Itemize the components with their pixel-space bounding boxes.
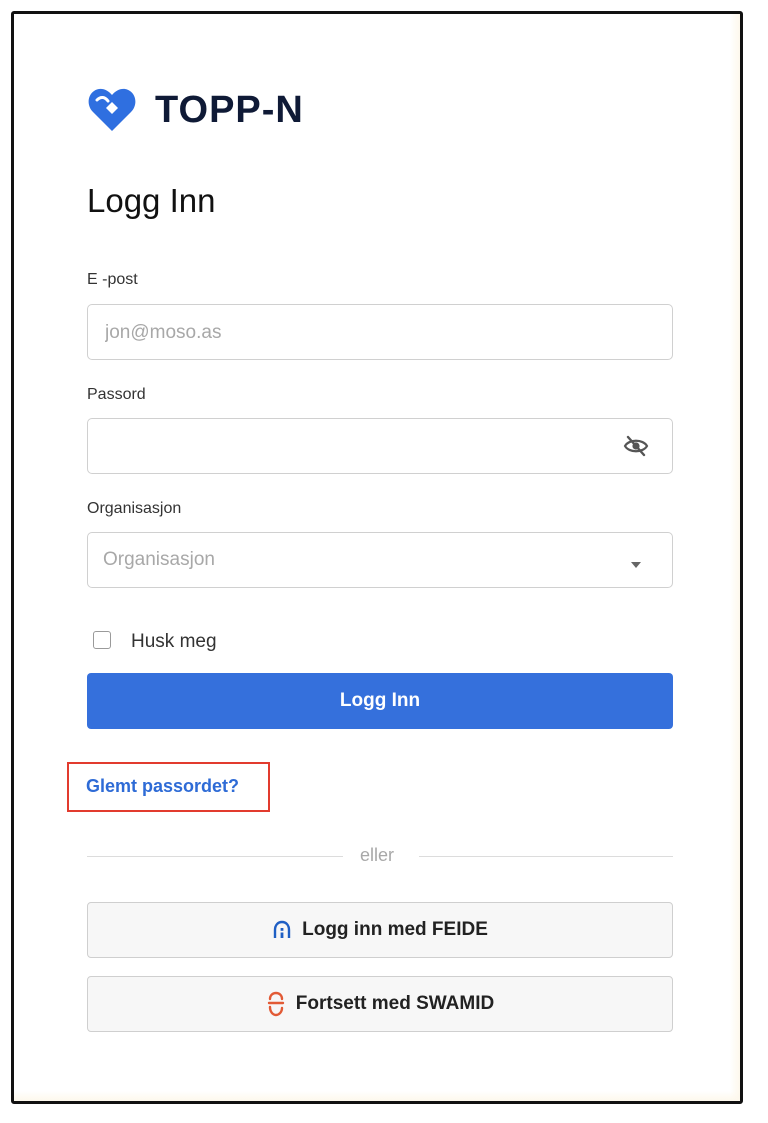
swamid-login-label: Fortsett med SWAMID (295, 993, 495, 1014)
caret-down-icon (630, 556, 642, 574)
organization-select[interactable]: Organisasjon (87, 532, 673, 588)
organization-label: Organisasjon (87, 500, 182, 517)
feide-login-button[interactable]: Logg inn med FEIDE (87, 902, 673, 958)
email-field[interactable] (103, 305, 607, 361)
swamid-login-button[interactable]: Fortsett med SWAMID (87, 976, 673, 1032)
feide-login-label: Logg inn med FEIDE (302, 919, 488, 940)
brand-name: TOPP-N (155, 88, 304, 131)
divider-label: eller (360, 845, 395, 865)
heart-logo-icon (88, 88, 136, 131)
email-field-wrapper (87, 304, 673, 361)
password-field[interactable] (103, 419, 607, 475)
email-label: E -post (87, 271, 138, 288)
divider-line-right (419, 856, 673, 857)
remember-label[interactable]: Husk meg (131, 631, 217, 653)
password-field-wrapper (87, 418, 673, 475)
page-title: Logg Inn (87, 182, 216, 219)
remember-checkbox[interactable] (93, 631, 111, 649)
eye-slash-icon[interactable] (623, 434, 649, 463)
brand-logo: TOPP-N (87, 86, 304, 134)
forgot-password-link[interactable]: Glemt passordet? (86, 776, 239, 797)
login-card: TOPP-N Logg Inn E -post Passord Organisa… (11, 11, 743, 1104)
password-label: Passord (87, 386, 146, 403)
divider-line-left (87, 856, 343, 857)
login-button[interactable]: Logg Inn (87, 673, 673, 729)
feide-icon (272, 920, 292, 940)
organization-placeholder: Organisasjon (103, 549, 215, 570)
swamid-icon (266, 991, 286, 1017)
